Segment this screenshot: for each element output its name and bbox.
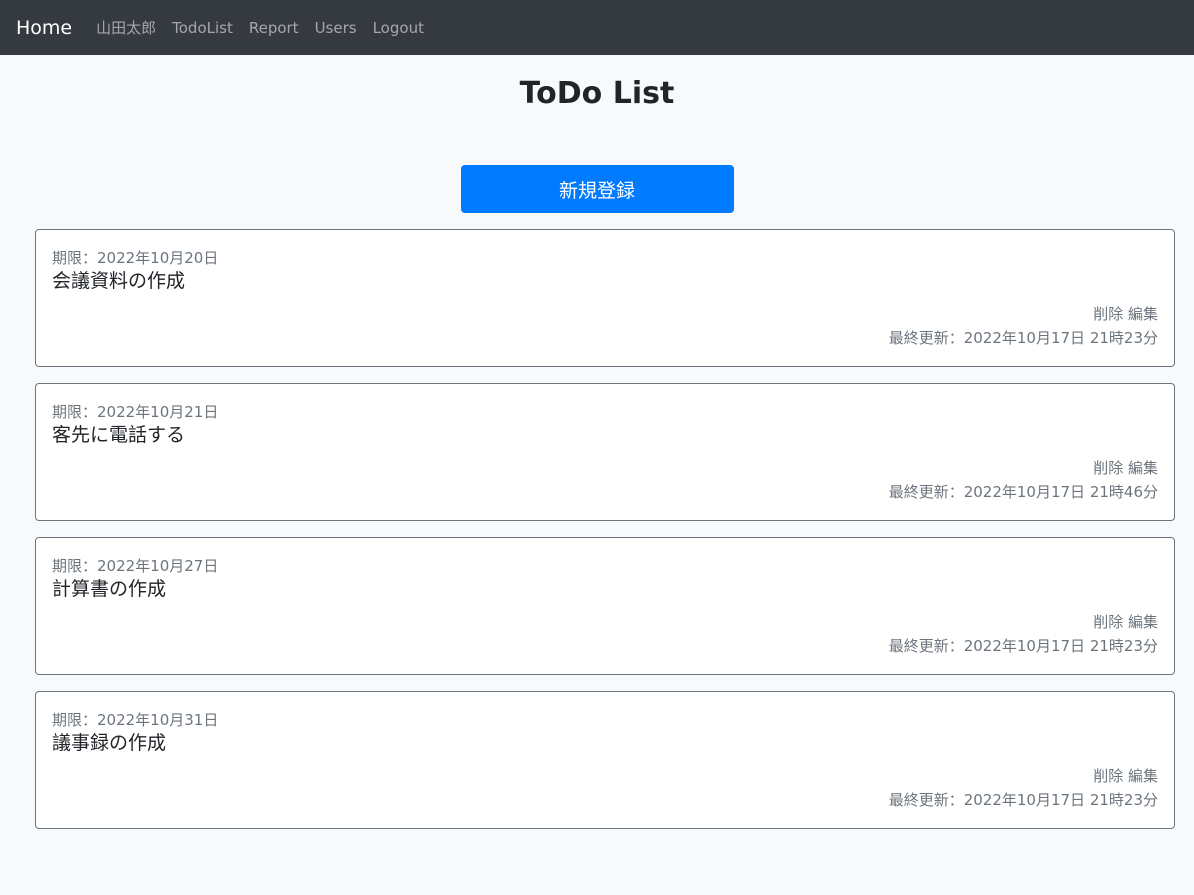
todo-card: 期限：2022年10月20日 会議資料の作成 削除 編集 最終更新：2022年1… <box>35 229 1175 367</box>
new-todo-button[interactable]: 新規登録 <box>460 165 734 213</box>
nav-report-link[interactable]: Report <box>249 19 299 37</box>
todo-card: 期限：2022年10月27日 計算書の作成 削除 編集 最終更新：2022年10… <box>35 537 1175 675</box>
todo-actions: 削除 編集 <box>1093 765 1158 786</box>
todo-list: 期限：2022年10月20日 会議資料の作成 削除 編集 最終更新：2022年1… <box>35 229 1175 829</box>
todo-deadline: 期限：2022年10月21日 <box>52 403 219 421</box>
edit-link[interactable]: 編集 <box>1128 305 1158 323</box>
todo-actions: 削除 編集 <box>1093 303 1158 324</box>
todo-deadline: 期限：2022年10月27日 <box>52 557 219 575</box>
todo-updated: 最終更新：2022年10月17日 21時23分 <box>888 637 1158 655</box>
todo-title: 客先に電話する <box>52 424 186 446</box>
nav-logout-link[interactable]: Logout <box>373 19 424 37</box>
todo-card: 期限：2022年10月21日 客先に電話する 削除 編集 最終更新：2022年1… <box>35 383 1175 521</box>
todo-deadline: 期限：2022年10月31日 <box>52 711 219 729</box>
todo-title: 議事録の作成 <box>52 732 167 754</box>
delete-link[interactable]: 削除 <box>1093 305 1123 323</box>
todo-title: 会議資料の作成 <box>52 270 186 292</box>
new-button-container: 新規登録 <box>0 165 1194 213</box>
delete-link[interactable]: 削除 <box>1093 767 1123 785</box>
top-navbar: Home 山田太郎 TodoList Report Users Logout <box>0 0 1194 55</box>
page-title: ToDo List <box>519 76 675 111</box>
nav-todolist-link[interactable]: TodoList <box>172 19 233 37</box>
todo-updated: 最終更新：2022年10月17日 21時23分 <box>888 329 1158 347</box>
todo-title: 計算書の作成 <box>52 578 167 600</box>
todo-updated: 最終更新：2022年10月17日 21時23分 <box>888 791 1158 809</box>
delete-link[interactable]: 削除 <box>1093 613 1123 631</box>
edit-link[interactable]: 編集 <box>1128 459 1158 477</box>
todo-updated: 最終更新：2022年10月17日 21時46分 <box>888 483 1158 501</box>
nav-user-link[interactable]: 山田太郎 <box>96 17 156 38</box>
todo-actions: 削除 編集 <box>1093 457 1158 478</box>
todo-actions: 削除 編集 <box>1093 611 1158 632</box>
delete-link[interactable]: 削除 <box>1093 459 1123 477</box>
edit-link[interactable]: 編集 <box>1128 613 1158 631</box>
edit-link[interactable]: 編集 <box>1128 767 1158 785</box>
nav-users-link[interactable]: Users <box>315 19 357 37</box>
todo-card: 期限：2022年10月31日 議事録の作成 削除 編集 最終更新：2022年10… <box>35 691 1175 829</box>
nav-home-link[interactable]: Home <box>16 17 72 39</box>
todo-deadline: 期限：2022年10月20日 <box>52 249 219 267</box>
